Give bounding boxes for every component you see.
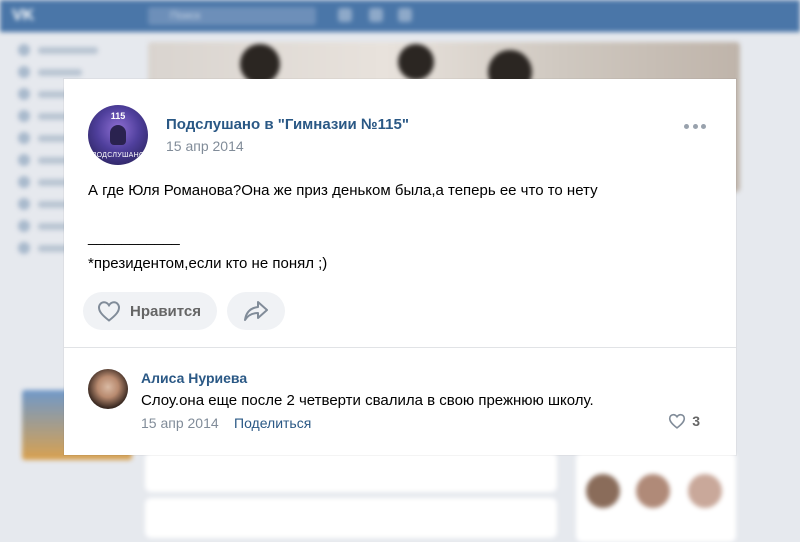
comment-like-button[interactable]: 3 [668, 413, 700, 429]
heart-icon [97, 301, 121, 322]
post-date[interactable]: 15 апр 2014 [166, 138, 244, 154]
notifications-icon[interactable] [338, 8, 352, 22]
post-text-line: А где Юля Романова?Она же приз деньком б… [88, 182, 598, 199]
group-name-link[interactable]: Подслушано в "Гимназии №115" [166, 116, 409, 133]
like-button[interactable]: Нравится [83, 292, 218, 330]
divider [64, 347, 736, 348]
comment-author-avatar[interactable] [88, 369, 128, 409]
avatar-number: 115 [110, 111, 126, 121]
post-popup: 115 ПОДСЛУШАНО Подслушано в "Гимназии №1… [64, 79, 736, 455]
comment-share-link[interactable]: Поделиться [234, 415, 311, 431]
post-text-separator: ___________ [88, 229, 180, 246]
vk-logo: VK [12, 7, 35, 24]
comment-date[interactable]: 15 апр 2014 [141, 415, 219, 431]
avatar-silhouette [110, 125, 126, 145]
heart-icon [669, 413, 686, 429]
avatar-caption: ПОДСЛУШАНО [91, 152, 145, 159]
background-members-block [576, 452, 736, 542]
comment-like-count: 3 [692, 413, 700, 429]
comment-author-link[interactable]: Алиса Нуриева [141, 370, 247, 386]
post-card: 115 ПОДСЛУШАНО Подслушано в "Гимназии №1… [64, 79, 736, 347]
play-icon[interactable] [398, 8, 412, 22]
search-input[interactable]: Поиск [148, 7, 316, 25]
music-icon[interactable] [369, 8, 383, 22]
post-text: А где Юля Романова?Она же приз деньком б… [88, 181, 708, 274]
top-navigation-bar: VK Поиск [0, 0, 800, 32]
like-button-label: Нравится [130, 302, 202, 320]
comment-text: Слоу.она еще после 2 четверти свалила в … [141, 392, 594, 409]
more-horizontal-icon[interactable] [684, 118, 706, 134]
share-button[interactable] [227, 292, 286, 330]
post-actions: Нравится [83, 292, 286, 330]
share-arrow-icon [244, 301, 269, 321]
post-text-line: *президентом,если кто не понял ;) [88, 255, 328, 272]
background-next-post [145, 498, 557, 538]
background-post-footer [145, 452, 557, 492]
group-avatar[interactable]: 115 ПОДСЛУШАНО [88, 105, 148, 165]
